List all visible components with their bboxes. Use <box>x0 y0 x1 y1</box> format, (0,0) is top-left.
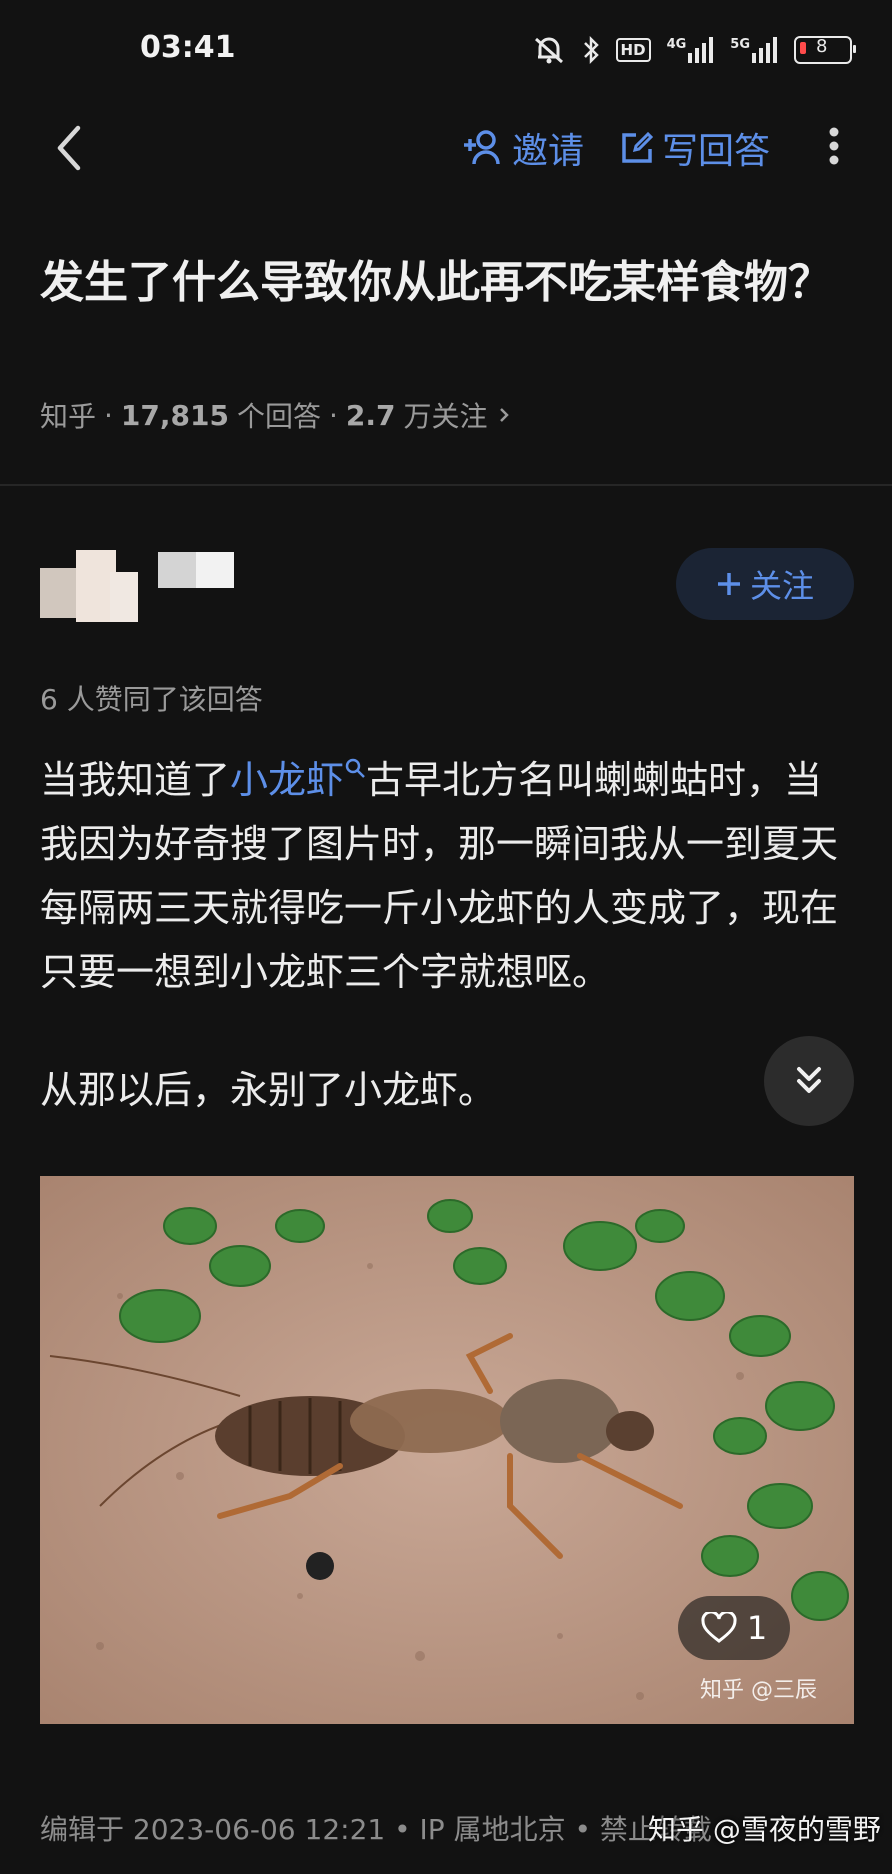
status-time: 03:41 <box>140 30 236 65</box>
followers-label: 万关注 <box>403 400 488 433</box>
chevron-right-icon <box>499 408 509 422</box>
invite-label: 邀请 <box>512 131 585 172</box>
followers-count: 2.7 <box>345 398 396 432</box>
answers-label: 个回答 <box>236 400 321 433</box>
collapse-button[interactable] <box>764 1036 854 1126</box>
search-link[interactable]: 小龙虾 <box>230 758 344 802</box>
back-button[interactable] <box>48 118 92 178</box>
likes-count-text: 6 人赞同了该回答 <box>40 683 263 716</box>
image-watermark: 知乎 @三辰 <box>700 1678 817 1703</box>
question-source: 知乎 <box>40 400 97 433</box>
question-meta[interactable]: 知乎 · 17,815 个回答 · 2.7 万关注 <box>40 395 512 435</box>
mute-icon <box>532 35 566 65</box>
write-answer-button[interactable]: 写回答 <box>620 122 770 174</box>
battery-percent: 8 <box>816 36 828 57</box>
battery-icon: 8 <box>794 36 856 64</box>
more-button[interactable] <box>824 116 844 176</box>
search-icon <box>345 759 365 779</box>
follow-button[interactable]: 关注 <box>676 548 854 620</box>
top-nav: 邀请 写回答 <box>0 104 892 188</box>
follow-label: 关注 <box>749 567 814 605</box>
signal-5g-icon: 5G <box>730 37 778 63</box>
edit-meta: 编辑于 2023-06-06 12:21 • IP 属地北京 • 禁止转载 <box>40 1813 712 1846</box>
content-paragraph: 从那以后，永别了小龙虾。 <box>40 1068 497 1112</box>
question-title[interactable]: 发生了什么导致你从此再不吃某样食物？ <box>40 252 860 314</box>
add-user-icon <box>464 130 500 165</box>
avatar[interactable] <box>40 548 240 628</box>
chevron-left-icon <box>57 125 81 171</box>
bluetooth-icon <box>582 35 600 65</box>
image-like-count: 1 <box>746 1609 768 1647</box>
battery-level <box>800 42 806 54</box>
more-vertical-icon <box>829 127 839 165</box>
net-label-4g: 4G <box>666 37 687 52</box>
double-chevron-down-icon <box>797 1067 821 1093</box>
blurred-avatar-image <box>40 550 234 622</box>
answer-content: 当我知道了小龙虾 古早北方名叫蝲蝲蛄时，当我因为好奇搜了图片时，那一瞬间我从一到夏… <box>40 748 860 1122</box>
divider <box>0 484 892 486</box>
plus-icon <box>717 573 740 595</box>
heart-icon <box>701 1612 737 1643</box>
status-bar: 03:41 HD 4G 5G 8 <box>0 0 892 104</box>
page-watermark: 知乎 @雪夜的雪野 <box>648 1813 881 1846</box>
content-text: 当我知道了 <box>40 758 231 802</box>
image-like-button[interactable]: 1 <box>678 1596 790 1660</box>
write-answer-label: 写回答 <box>662 131 771 172</box>
meta-dot: · <box>104 398 113 432</box>
edit-icon <box>622 131 654 163</box>
content-paragraph: 当我知道了小龙虾 古早北方名叫蝲蝲蛄时，当我因为好奇搜了图片时，那一瞬间我从一到夏… <box>40 748 860 1004</box>
answers-count: 17,815 <box>120 398 229 432</box>
meta-dot: · <box>329 398 338 432</box>
signal-4g-icon: 4G <box>667 37 715 63</box>
invite-button[interactable]: 邀请 <box>462 122 584 174</box>
hd-icon: HD <box>615 38 651 62</box>
net-label-5g: 5G <box>730 37 750 52</box>
status-icons: HD 4G 5G 8 <box>532 30 856 70</box>
